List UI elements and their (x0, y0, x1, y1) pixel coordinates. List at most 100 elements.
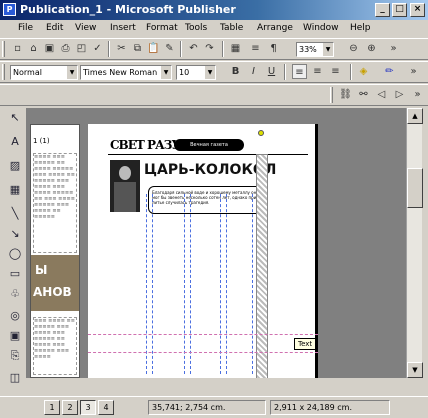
side-graphic: Ы АНОВ (31, 255, 79, 311)
hot-spot-icon[interactable]: ◎ (7, 308, 23, 324)
menu-help[interactable]: Help (350, 23, 371, 33)
objects-toolbar: ↖ A ▨ ▦ ╲ ↘ ◯ ▭ ♧ ◎ ▣ ⎘ ◫ (4, 108, 26, 388)
toolbar-grip[interactable] (330, 87, 333, 103)
rectangle-tool-icon[interactable]: ▭ (7, 266, 23, 282)
column-guide (190, 194, 191, 374)
redo-icon[interactable]: ↷ (202, 41, 217, 56)
show-formatting-icon[interactable]: ¶ (266, 41, 281, 56)
toolbar-options-icon[interactable]: » (410, 87, 425, 102)
menu-bar: File Edit View Insert Format Tools Table… (0, 20, 428, 37)
tooltip: Text (294, 338, 317, 350)
page-button-4[interactable]: 4 (98, 400, 114, 415)
document-workspace[interactable]: 1 (1) ≡≡≡≡ ≡≡≡ ≡≡≡≡≡ ≡≡ ≡≡≡≡ ≡≡≡≡≡ ≡≡≡ ≡… (26, 108, 406, 378)
next-frame-icon[interactable]: ▷ (392, 87, 407, 102)
align-left-icon[interactable]: ≡ (292, 64, 307, 79)
masthead-badge[interactable]: Вечная газета (174, 139, 244, 151)
publisher-app-icon[interactable]: P (3, 3, 16, 16)
window-title: Publication_1 - Microsoft Publisher (20, 3, 236, 16)
autoshapes-icon[interactable]: ♧ (7, 286, 23, 302)
font-select[interactable]: Times New Roman ▼ (80, 65, 172, 80)
picture-frame-icon[interactable]: ▨ (7, 158, 23, 174)
zoom-in-icon[interactable]: ⊕ (364, 41, 379, 56)
design-gallery-icon[interactable]: ◫ (7, 370, 23, 386)
print-icon[interactable]: ⎙ (58, 41, 73, 56)
toolbar-grip[interactable] (2, 64, 5, 80)
bold-icon[interactable]: B (228, 64, 243, 79)
break-link-icon[interactable]: ⚯ (356, 87, 371, 102)
align-right-icon[interactable]: ≡ (328, 64, 343, 79)
menu-insert[interactable]: Insert (110, 23, 136, 33)
save-icon[interactable]: ▣ (42, 41, 57, 56)
toolbar-options-icon[interactable]: » (406, 64, 421, 79)
fill-color-icon[interactable]: ◈ (356, 64, 371, 79)
zoom-out-icon[interactable]: ⊖ (346, 41, 361, 56)
selected-text-frame[interactable] (256, 154, 268, 378)
left-text-column: ≡≡≡≡ ≡≡≡ ≡≡≡≡≡ ≡≡ ≡≡≡≡ ≡≡≡≡≡ ≡≡≡ ≡≡≡≡ ≡≡… (33, 153, 77, 253)
menu-tools[interactable]: Tools (185, 23, 207, 33)
menu-format[interactable]: Format (146, 23, 178, 33)
left-text-column-lower: ≡≡≡ ≡≡≡≡ ≡≡ ≡≡≡≡≡ ≡≡≡ ≡≡≡≡ ≡≡≡ ≡≡≡≡≡ ≡≡ … (33, 317, 77, 375)
scroll-up-icon[interactable]: ▲ (407, 108, 423, 124)
connect-frames-toolbar: ⛓ ⚯ ◁ ▷ » (0, 84, 428, 106)
align-center-icon[interactable]: ≡ (310, 64, 325, 79)
select-objects-icon[interactable]: ↖ (7, 110, 23, 126)
print-preview-icon[interactable]: ◰ (74, 41, 89, 56)
article-summary[interactable]: Благодаря сильной воде и хорошему металл… (148, 186, 266, 214)
menu-table[interactable]: Table (220, 23, 243, 33)
title-bar: P Publication_1 - Microsoft Publisher _ … (0, 0, 428, 20)
menu-edit[interactable]: Edit (46, 23, 63, 33)
column-guide (252, 194, 253, 374)
menu-view[interactable]: View (75, 23, 96, 33)
portrait-photo[interactable] (110, 160, 140, 212)
column-guide (146, 194, 147, 374)
text-box-icon[interactable]: A (7, 134, 23, 150)
format-painter-icon[interactable]: ✎ (162, 41, 177, 56)
italic-icon[interactable]: I (246, 64, 261, 79)
vertical-scrollbar[interactable]: ▲ ▼ (406, 108, 423, 378)
undo-icon[interactable]: ↶ (186, 41, 201, 56)
menu-window[interactable]: Window (303, 23, 339, 33)
line-color-icon[interactable]: ✏ (382, 64, 397, 79)
columns-icon[interactable]: ≡ (248, 41, 263, 56)
insert-table-icon[interactable]: ▦ (228, 41, 243, 56)
maximize-button[interactable]: □ (392, 3, 407, 17)
arrow-tool-icon[interactable]: ↘ (7, 226, 23, 242)
page-button-1[interactable]: 1 (44, 400, 60, 415)
line-tool-icon[interactable]: ╲ (7, 206, 23, 222)
new-icon[interactable]: ▫ (10, 41, 25, 56)
oval-tool-icon[interactable]: ◯ (7, 246, 23, 262)
page-button-3[interactable]: 3 (80, 400, 96, 415)
spelling-icon[interactable]: ✓ (90, 41, 105, 56)
left-page: 1 (1) ≡≡≡≡ ≡≡≡ ≡≡≡≡≡ ≡≡ ≡≡≡≡ ≡≡≡≡≡ ≡≡≡ ≡… (30, 124, 80, 378)
status-bar: 1 2 3 4 35,741; 2,754 cm. 2,911 x 24,189… (0, 396, 428, 418)
form-control-icon[interactable]: ▣ (7, 328, 23, 344)
standard-toolbar: ▫ ⌂ ▣ ⎙ ◰ ✓ ✂ ⧉ 📋 ✎ ↶ ↷ ▦ ≡ ¶ 33% ▼ ⊖ ⊕ » (0, 38, 428, 60)
column-guide (226, 194, 227, 374)
zoom-select[interactable]: 33% ▼ (296, 42, 334, 57)
open-icon[interactable]: ⌂ (26, 41, 41, 56)
close-button[interactable]: × (410, 3, 425, 17)
rotation-handle[interactable] (258, 130, 264, 136)
cut-icon[interactable]: ✂ (114, 41, 129, 56)
create-link-icon[interactable]: ⛓ (338, 87, 353, 102)
menu-arrange[interactable]: Arrange (257, 23, 293, 33)
minimize-button[interactable]: _ (375, 3, 390, 17)
menu-file[interactable]: File (18, 23, 33, 33)
style-select[interactable]: Normal ▼ (10, 65, 78, 80)
toolbar-grip[interactable] (2, 41, 5, 57)
table-frame-icon[interactable]: ▦ (7, 182, 23, 198)
page-button-2[interactable]: 2 (62, 400, 78, 415)
font-size-select[interactable]: 10 ▼ (176, 65, 216, 80)
scroll-down-icon[interactable]: ▼ (407, 362, 423, 378)
previous-frame-icon[interactable]: ◁ (374, 87, 389, 102)
copy-icon[interactable]: ⧉ (130, 41, 145, 56)
left-page-header: 1 (1) (33, 137, 50, 145)
publication-page[interactable]: СВЕТ РАЗУМА Вечная газета ЦАРЬ-КОЛОКОЛ Б… (88, 124, 318, 378)
html-fragment-icon[interactable]: ⎘ (7, 348, 23, 364)
underline-icon[interactable]: U (264, 64, 279, 79)
paste-icon[interactable]: 📋 (146, 41, 161, 56)
object-position: 35,741; 2,754 cm. (148, 400, 266, 415)
masthead-rule (108, 154, 308, 155)
toolbar-options-icon[interactable]: » (386, 41, 401, 56)
scroll-thumb[interactable] (407, 168, 423, 208)
